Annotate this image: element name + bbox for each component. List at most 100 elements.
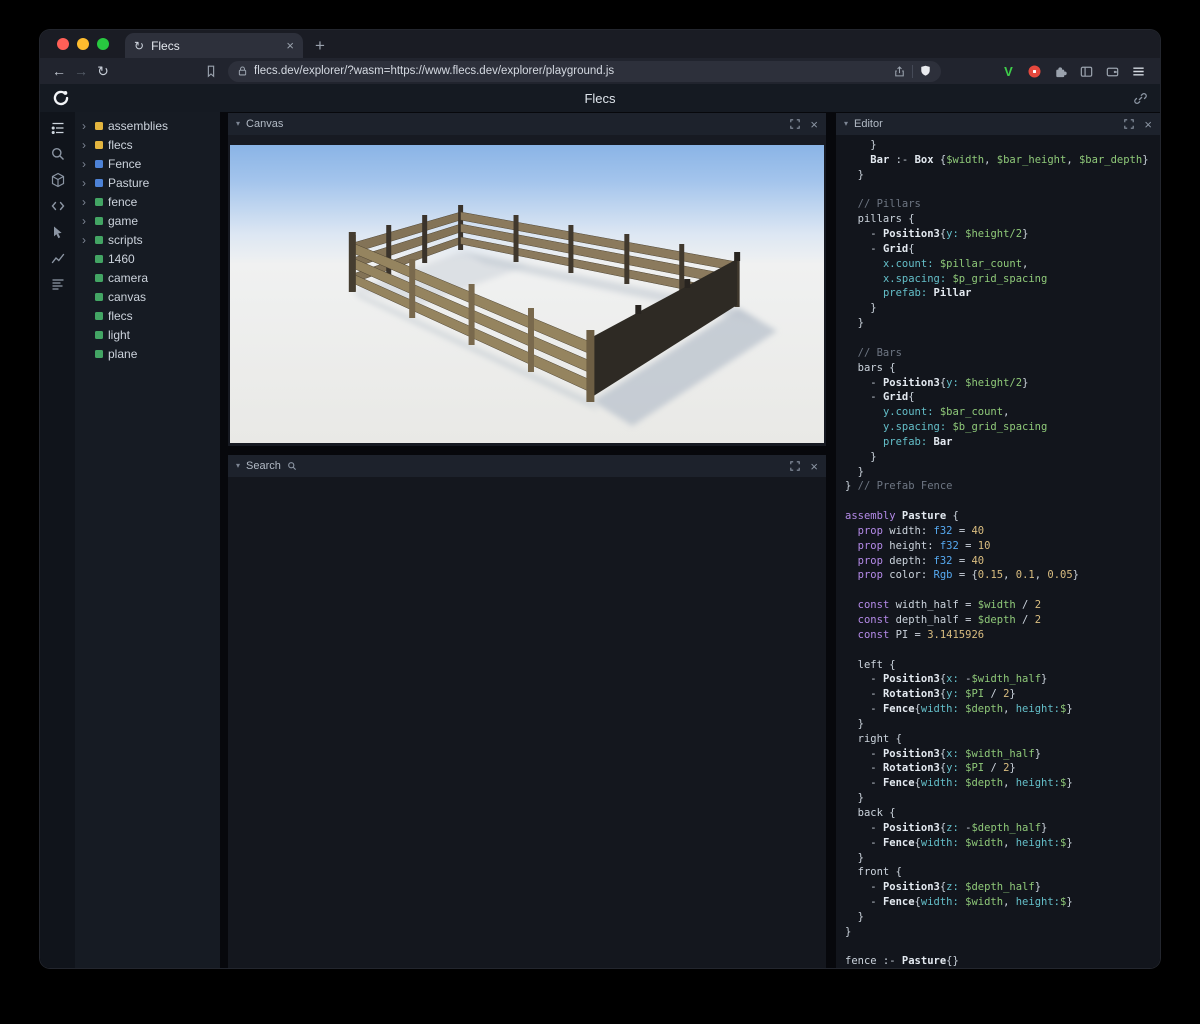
new-tab-button[interactable]: + <box>315 37 325 54</box>
browser-window: ↻ Flecs × + ← → ↻ flecs.dev/explorer/?wa… <box>40 30 1160 968</box>
entity-kind-swatch <box>95 216 103 225</box>
expand-arrow-icon[interactable]: › <box>82 215 90 227</box>
close-panel-icon[interactable]: × <box>810 460 818 473</box>
expand-arrow-icon[interactable]: › <box>82 196 90 208</box>
browser-toolbar: ← → ↻ flecs.dev/explorer/?wasm=https://w… <box>40 58 1160 84</box>
tree-item-game[interactable]: › game <box>75 211 220 230</box>
code-area[interactable]: } Bar :- Box {$width, $bar_height, $bar_… <box>836 135 1160 968</box>
lock-icon <box>237 65 248 77</box>
sidebar-toggle-icon[interactable] <box>1075 60 1098 82</box>
left-icon-strip <box>40 112 75 968</box>
tree-item-camera[interactable]: ›camera <box>75 268 220 287</box>
code-line: - Fence{width: $depth, height:$} <box>845 703 1073 716</box>
code-line: } <box>845 851 864 864</box>
entity-tree: › assemblies › flecs › Fence › Pasture › fence › ga… <box>75 112 220 968</box>
fullscreen-icon[interactable] <box>790 461 801 471</box>
puzzle-extensions-icon[interactable] <box>1049 60 1072 82</box>
code-line: back { <box>845 806 896 819</box>
expand-arrow-icon[interactable]: › <box>82 120 90 132</box>
tree-item-assemblies[interactable]: › assemblies <box>75 116 220 135</box>
tree-item-1460[interactable]: ›1460 <box>75 249 220 268</box>
code-line: front { <box>845 866 902 879</box>
entity-kind-swatch <box>95 292 103 301</box>
code-line: - Position3{z: $depth_half} <box>845 881 1042 894</box>
share-icon[interactable] <box>893 65 906 78</box>
url-text[interactable]: flecs.dev/explorer/?wasm=https://www.fle… <box>254 65 887 77</box>
entity-tree-icon[interactable] <box>45 115 71 141</box>
inspect-cursor-icon[interactable] <box>45 219 71 245</box>
wallet-icon[interactable] <box>1101 60 1124 82</box>
3d-scene-fence[interactable] <box>230 145 824 443</box>
expand-arrow-icon[interactable]: › <box>82 158 90 170</box>
tree-item-label: canvas <box>108 289 147 304</box>
code-line: } <box>845 925 852 938</box>
share-link-icon[interactable] <box>1133 91 1148 106</box>
close-tab-icon[interactable]: × <box>286 39 294 52</box>
tree-item-fence[interactable]: › Fence <box>75 154 220 173</box>
flecs-logo-icon[interactable] <box>52 89 70 107</box>
minimize-window-button[interactable] <box>77 38 89 50</box>
close-panel-icon[interactable]: × <box>1144 118 1152 131</box>
brave-shield-icon[interactable] <box>919 64 932 78</box>
vimium-extension-icon[interactable]: V <box>997 60 1020 82</box>
code-line: - Fence{width: $depth, height:$} <box>845 777 1073 790</box>
code-line: - Grid{ <box>845 242 915 255</box>
tree-item-label: light <box>108 327 131 342</box>
expand-arrow-icon[interactable]: › <box>82 177 90 189</box>
tree-item-flecs[interactable]: ›flecs <box>75 135 220 154</box>
code-line: prop depth: f32 = 40 <box>857 554 985 567</box>
tree-item-canvas[interactable]: ›canvas <box>75 287 220 306</box>
address-bar[interactable]: flecs.dev/explorer/?wasm=https://www.fle… <box>228 60 941 82</box>
tree-item-light[interactable]: ›light <box>75 325 220 344</box>
code-line: } <box>845 168 864 181</box>
entity-kind-swatch <box>95 159 103 168</box>
code-line: - Position3{z: -$depth_half} <box>845 821 1048 834</box>
code-line: left { <box>845 658 896 671</box>
collapse-chevron-icon[interactable]: ▾ <box>236 462 240 470</box>
entity-kind-swatch <box>95 140 103 149</box>
search-icon <box>287 461 297 471</box>
fullscreen-icon[interactable] <box>790 119 801 129</box>
query-search-icon[interactable] <box>45 141 71 167</box>
entities-cube-icon[interactable] <box>45 167 71 193</box>
desktop-background: ↻ Flecs × + ← → ↻ flecs.dev/explorer/?wa… <box>0 0 1200 1024</box>
menu-icon[interactable] <box>1127 60 1150 82</box>
close-window-button[interactable] <box>57 38 69 50</box>
collapse-chevron-icon[interactable]: ▾ <box>844 120 848 128</box>
search-results-area[interactable] <box>228 477 826 968</box>
code-line: - Grid{ <box>845 391 915 404</box>
commands-list-icon[interactable] <box>45 271 71 297</box>
expand-arrow-icon[interactable]: › <box>82 139 90 151</box>
tree-item-flecs[interactable]: ›flecs <box>75 306 220 325</box>
code-line: const PI = 3.1415926 <box>857 628 985 641</box>
collapse-chevron-icon[interactable]: ▾ <box>236 120 240 128</box>
extension-icons: V <box>997 60 1152 82</box>
bookmark-icon[interactable] <box>200 60 222 82</box>
app-header: Flecs <box>40 84 1160 112</box>
red-extension-icon[interactable] <box>1023 60 1046 82</box>
expand-arrow-icon[interactable]: › <box>82 234 90 246</box>
forward-button[interactable]: → <box>70 60 92 82</box>
maximize-window-button[interactable] <box>97 38 109 50</box>
search-panel-header: ▾ Search × <box>228 455 826 477</box>
code-line: } <box>845 302 877 315</box>
code-line: // Pillars <box>845 198 921 211</box>
back-button[interactable]: ← <box>48 60 70 82</box>
tree-item-fence[interactable]: › fence <box>75 192 220 211</box>
tab-favicon-icon: ↻ <box>134 38 145 53</box>
fullscreen-icon[interactable] <box>1124 119 1135 129</box>
code-line: Bar :- Box {$width, $bar_height, $bar_de… <box>870 153 1149 166</box>
close-panel-icon[interactable]: × <box>810 118 818 131</box>
script-code-icon[interactable] <box>45 193 71 219</box>
stats-chart-icon[interactable] <box>45 245 71 271</box>
code-line: } <box>845 139 877 151</box>
tree-item-plane[interactable]: ›plane <box>75 344 220 363</box>
editor-panel-header: ▾ Editor × <box>836 113 1160 135</box>
reload-button[interactable]: ↻ <box>92 60 114 82</box>
code-line: prop width: f32 = 40 <box>857 524 985 537</box>
tree-item-pasture[interactable]: › Pasture <box>75 173 220 192</box>
tree-item-scripts[interactable]: › scripts <box>75 230 220 249</box>
tab-flecs[interactable]: ↻ Flecs × <box>125 33 303 58</box>
tree-item-label: Pasture <box>108 175 150 190</box>
